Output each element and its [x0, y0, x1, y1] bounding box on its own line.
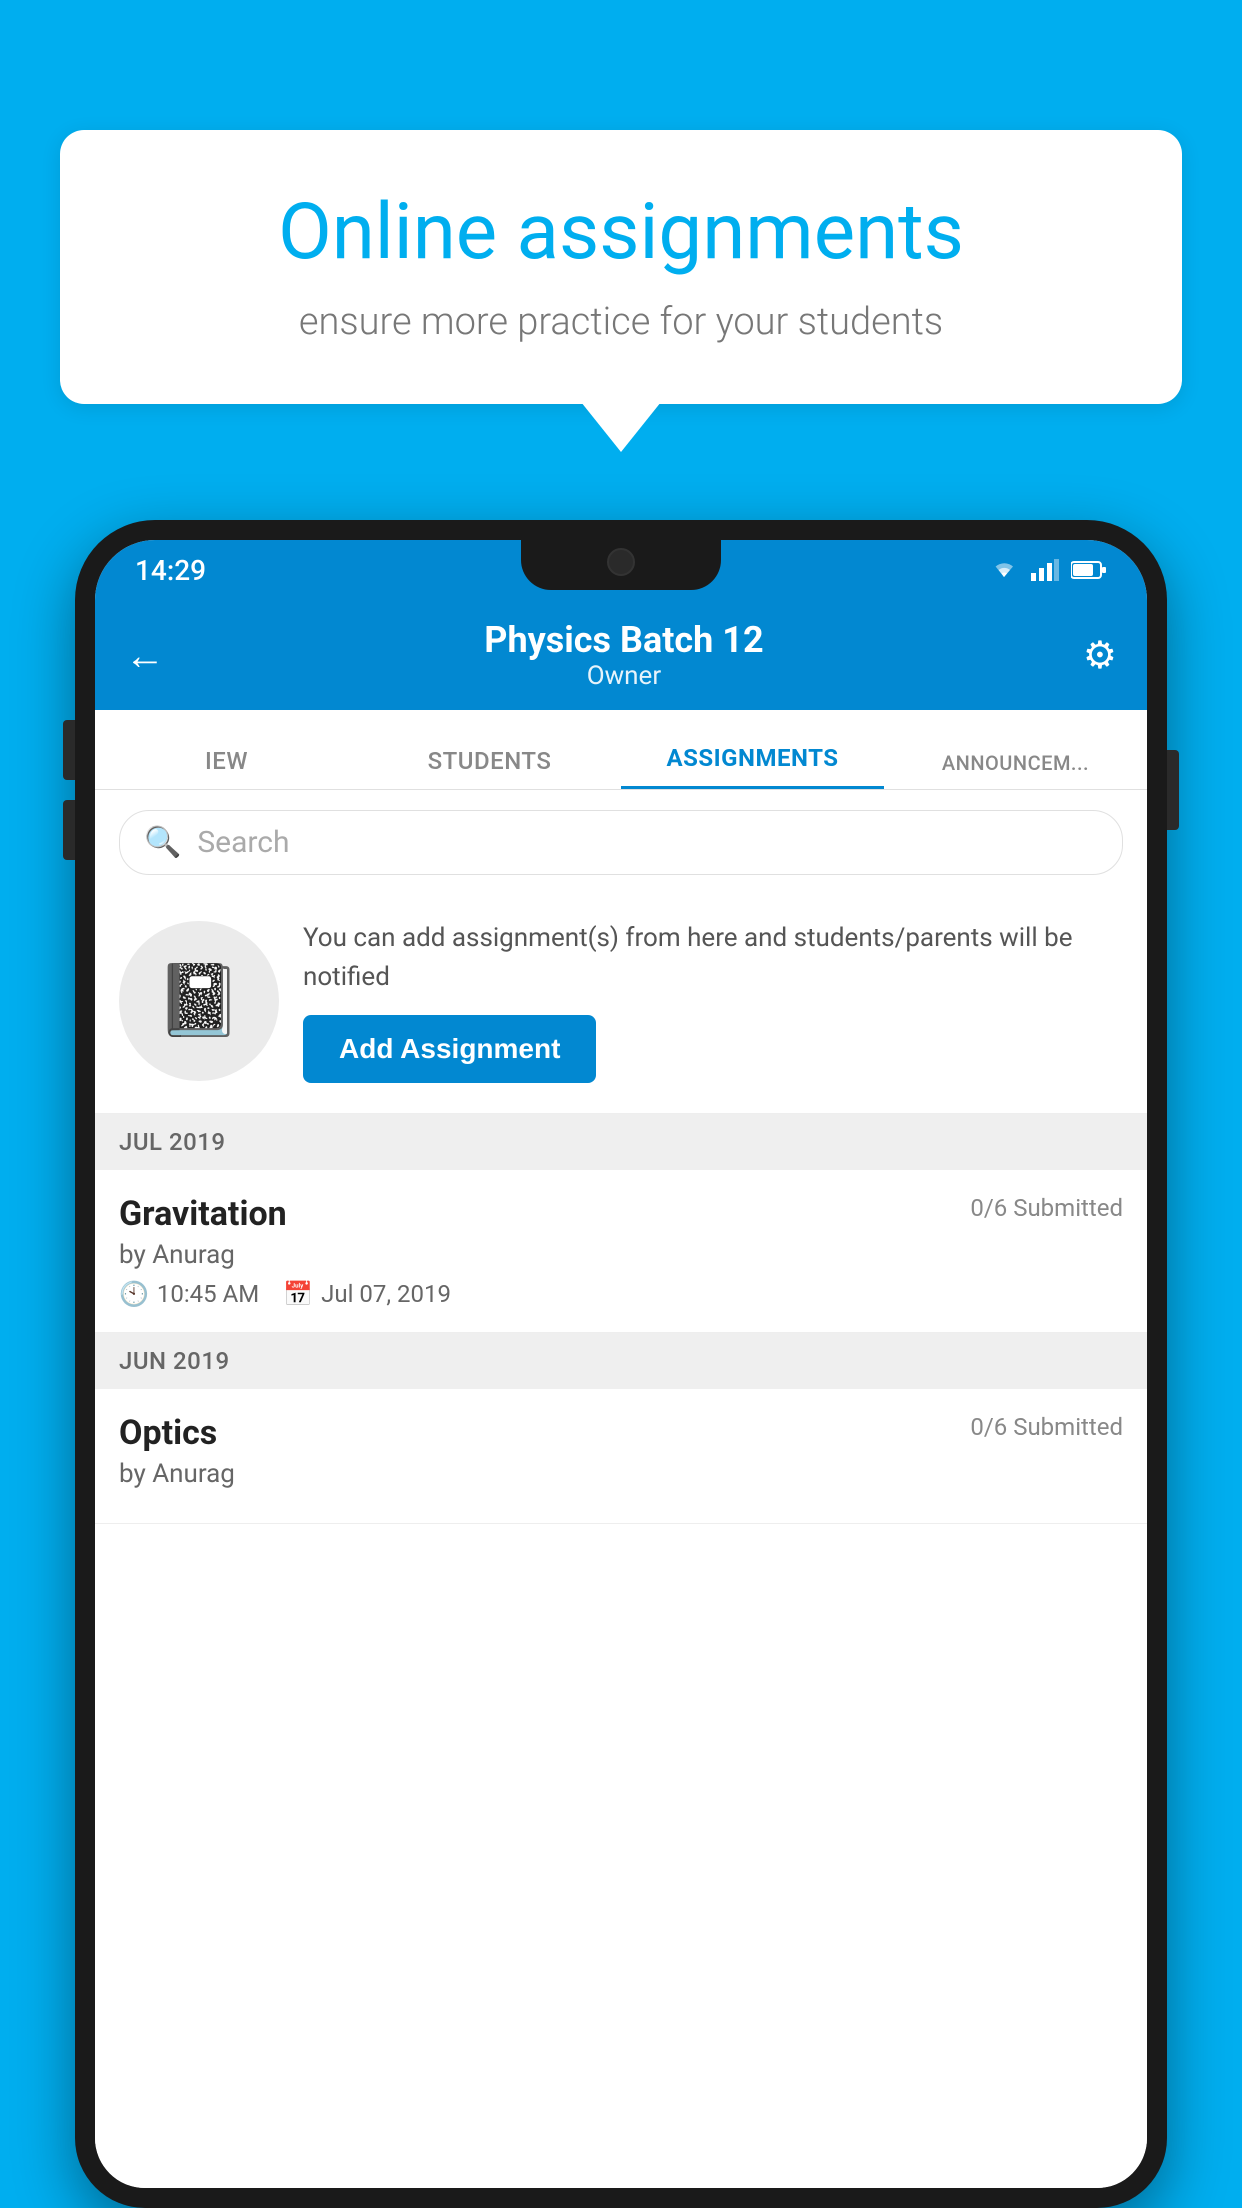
header-subtitle: Owner	[484, 661, 763, 691]
assignment-title: Gravitation	[119, 1194, 287, 1234]
phone-outer: 14:29	[75, 520, 1167, 2208]
speech-bubble: Online assignments ensure more practice …	[60, 130, 1182, 404]
assignment-item-gravitation[interactable]: Gravitation 0/6 Submitted by Anurag 🕙 10…	[95, 1170, 1147, 1333]
battery-icon	[1071, 560, 1107, 580]
status-time: 14:29	[135, 554, 206, 587]
promo-content: You can add assignment(s) from here and …	[303, 919, 1123, 1083]
assignment-title-optics: Optics	[119, 1413, 217, 1453]
bubble-title: Online assignments	[130, 190, 1112, 276]
section-jun-2019: JUN 2019	[95, 1333, 1147, 1389]
promo-section: 📓 You can add assignment(s) from here an…	[95, 895, 1147, 1114]
meta-time: 🕙 10:45 AM	[119, 1280, 259, 1308]
assignment-row1: Gravitation 0/6 Submitted	[119, 1194, 1123, 1234]
settings-icon[interactable]: ⚙	[1083, 633, 1117, 678]
header-title: Physics Batch 12	[484, 619, 763, 661]
search-bar[interactable]: 🔍 Search	[119, 810, 1123, 875]
power-button[interactable]	[1167, 750, 1179, 830]
search-container: 🔍 Search	[95, 790, 1147, 895]
assignment-submitted-optics: 0/6 Submitted	[970, 1413, 1123, 1441]
app-header: ← Physics Batch 12 Owner ⚙	[95, 600, 1147, 710]
assignment-by: by Anurag	[119, 1240, 1123, 1270]
assignment-meta: 🕙 10:45 AM 📅 Jul 07, 2019	[119, 1280, 1123, 1308]
promo-text: You can add assignment(s) from here and …	[303, 919, 1123, 997]
section-jul-2019: JUL 2019	[95, 1114, 1147, 1170]
promo-icon-circle: 📓	[119, 921, 279, 1081]
search-placeholder: Search	[197, 825, 289, 860]
notebook-icon: 📓	[155, 960, 242, 1042]
clock-icon: 🕙	[119, 1280, 149, 1308]
screen-content: 🔍 Search 📓 You can add assignment(s) fro…	[95, 790, 1147, 2188]
bubble-subtitle: ensure more practice for your students	[130, 300, 1112, 344]
search-icon: 🔍	[144, 825, 181, 860]
signal-icon	[1031, 559, 1059, 581]
back-button[interactable]: ←	[125, 632, 165, 679]
tab-students[interactable]: STUDENTS	[358, 747, 621, 789]
calendar-icon: 📅	[283, 1280, 313, 1308]
tab-announcements[interactable]: ANNOUNCEM...	[884, 751, 1147, 789]
meta-date: 📅 Jul 07, 2019	[283, 1280, 451, 1308]
vol-down-button[interactable]	[63, 800, 75, 860]
tab-iew[interactable]: IEW	[95, 747, 358, 789]
speech-bubble-container: Online assignments ensure more practice …	[60, 130, 1182, 404]
status-icons	[989, 559, 1107, 581]
tab-assignments[interactable]: ASSIGNMENTS	[621, 744, 884, 789]
tabs-container: IEW STUDENTS ASSIGNMENTS ANNOUNCEM...	[95, 710, 1147, 790]
assignment-submitted: 0/6 Submitted	[970, 1194, 1123, 1222]
assignment-by-optics: by Anurag	[119, 1459, 1123, 1489]
phone-mockup: 14:29	[75, 520, 1167, 2208]
assignment-row1-optics: Optics 0/6 Submitted	[119, 1413, 1123, 1453]
assignment-item-optics[interactable]: Optics 0/6 Submitted by Anurag	[95, 1389, 1147, 1524]
add-assignment-button[interactable]: Add Assignment	[303, 1015, 596, 1083]
phone-camera	[607, 548, 635, 576]
phone-screen: 14:29	[95, 540, 1147, 2188]
header-center: Physics Batch 12 Owner	[484, 619, 763, 691]
wifi-icon	[989, 559, 1019, 581]
vol-up-button[interactable]	[63, 720, 75, 780]
